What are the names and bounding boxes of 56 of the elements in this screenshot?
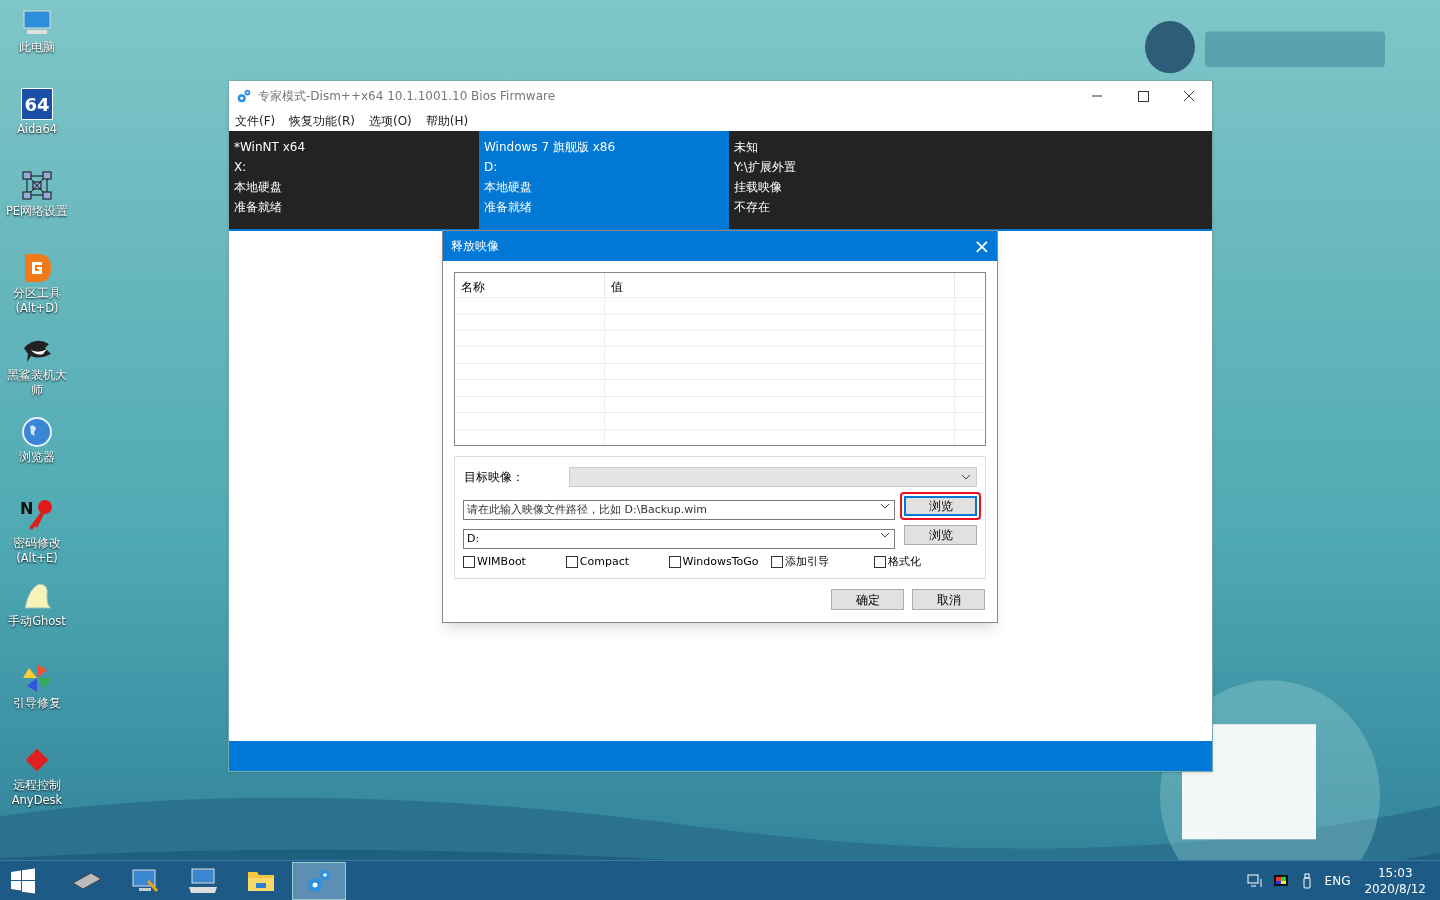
menu-item[interactable]: 文件(F) (235, 112, 276, 130)
system-info: 未知 (734, 139, 759, 156)
column-header[interactable]: 值 (605, 273, 955, 298)
image-path-field[interactable]: 请在此输入映像文件路径，比如 D:\Backup.wim (463, 499, 895, 520)
system-info: 挂载映像 (734, 179, 783, 196)
system-info: D: (484, 159, 499, 176)
network-icon[interactable] (1246, 872, 1263, 889)
menu-item[interactable]: 恢复功能(R) (289, 112, 355, 130)
dialog-button[interactable]: 确定 (831, 589, 904, 610)
gears-icon (236, 88, 252, 104)
checkbox[interactable] (668, 556, 681, 569)
taskbar-button[interactable] (292, 861, 346, 900)
system-info: Windows 7 旗舰版 x86 (484, 139, 616, 156)
checkbox[interactable] (463, 556, 475, 569)
drive-field[interactable]: D: (463, 528, 895, 549)
keyboard-icon (187, 866, 219, 895)
pinwheel-icon (21, 662, 53, 694)
system-info: X: (234, 159, 248, 176)
checkbox-label: Compact (579, 554, 629, 570)
ghost-icon (21, 580, 53, 612)
system-info: 本地硬盘 (484, 179, 533, 196)
clock[interactable]: 15:03 2020/8/12 (1364, 864, 1426, 897)
clock-date: 2020/8/12 (1364, 880, 1426, 897)
system-info: 准备就绪 (234, 199, 283, 216)
start-icon[interactable] (10, 867, 36, 894)
globe-icon (21, 416, 53, 448)
column-header[interactable]: 名称 (455, 273, 605, 298)
language-indicator[interactable]: ENG (1324, 871, 1351, 890)
system-info: Y:\扩展外置 (734, 159, 797, 176)
window-title: 专家模式-Dism++x64 10.1.1001.10 Bios Firmware (258, 88, 556, 105)
target-image-label: 目标映像： (463, 469, 525, 486)
system-info: 本地硬盘 (234, 179, 283, 196)
aida-icon: 64 (21, 88, 53, 120)
checkbox[interactable] (771, 556, 784, 569)
menu-item[interactable]: 选项(O) (368, 112, 412, 130)
browse-button[interactable]: 浏览 (904, 525, 977, 545)
checkbox-label: 添加引导 (785, 554, 830, 570)
checkbox-label: WindowsToGo (682, 554, 759, 570)
checkbox-label: 格式化 (888, 554, 922, 570)
icon-label[interactable]: 远程控制 AnyDesk (11, 778, 63, 808)
system-info: 准备就绪 (484, 199, 533, 216)
close-button[interactable]: × (967, 231, 997, 261)
checkbox-label: WIMBoot (477, 554, 526, 570)
menu-item[interactable]: 帮助(H) (425, 112, 469, 130)
system-info: *WinNT x64 (234, 139, 307, 156)
checkbox[interactable] (565, 556, 578, 569)
color-icon[interactable] (1272, 872, 1289, 889)
system-info: 不存在 (734, 199, 771, 216)
monitor-icon (131, 866, 159, 895)
clock-time: 15:03 (1377, 864, 1413, 881)
checkbox[interactable] (874, 556, 887, 569)
system-tile[interactable]: Windows 7 旗舰版 x86 D: 本地硬盘 准备就绪 (479, 131, 729, 229)
browse-button[interactable]: 浏览 (904, 496, 977, 516)
dialog-button[interactable]: 取消 (912, 589, 985, 610)
dialog-title: 释放映像 (451, 238, 499, 255)
network-icon (21, 170, 53, 202)
